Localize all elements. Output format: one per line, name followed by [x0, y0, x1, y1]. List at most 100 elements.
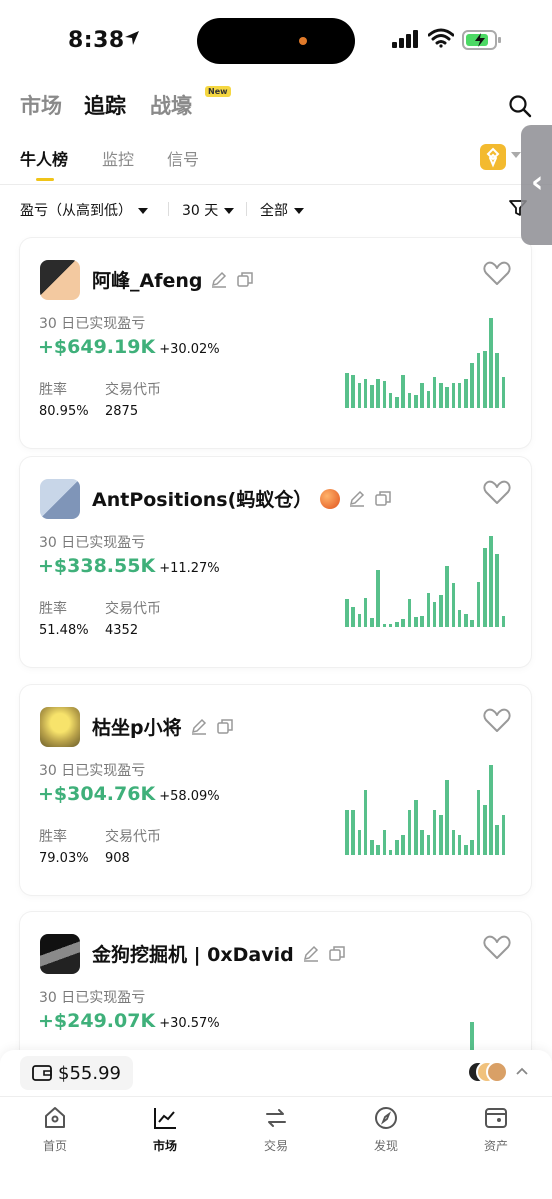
- app-screen: 8:38 市场 追踪 战壕 New 牛人榜 监控 信号 盈亏（从高到低） 30 …: [0, 0, 552, 1199]
- new-badge: New: [205, 86, 231, 97]
- trader-name: 枯坐p小将: [92, 717, 182, 739]
- filter-separator: [246, 202, 247, 216]
- win-rate-value: 79.03%: [39, 851, 89, 866]
- pnl-bar: [363, 379, 368, 408]
- copy-icon[interactable]: [216, 718, 234, 736]
- avatar[interactable]: [40, 260, 80, 300]
- avatar[interactable]: [40, 479, 80, 519]
- side-drawer-handle[interactable]: ‹: [521, 125, 552, 245]
- pnl-bar: [370, 618, 374, 627]
- favorite-heart-icon[interactable]: [483, 260, 511, 286]
- nav-market[interactable]: 市场: [125, 1105, 205, 1154]
- status-bar: 8:38: [0, 0, 552, 80]
- pnl-row: +$338.55K +11.27%: [38, 555, 220, 577]
- pnl-bar: [457, 835, 462, 855]
- pnl-value: +$649.19K: [38, 336, 156, 358]
- pnl-row: +$249.07K +30.57%: [38, 1010, 220, 1032]
- sort-filter[interactable]: 盈亏（从高到低）: [20, 200, 148, 220]
- caret-down-icon: [294, 208, 304, 214]
- nav-assets[interactable]: 资产: [456, 1105, 536, 1154]
- trader-card[interactable]: 阿峰_Afeng 30 日已实现盈亏 +$649.19K +30.02% 胜率 交易代币 8…: [20, 238, 531, 448]
- nav-home[interactable]: 首页: [15, 1105, 95, 1154]
- pnl-bar: [489, 536, 493, 627]
- pnl-bar: [501, 377, 506, 408]
- scope-filter[interactable]: 全部: [260, 200, 304, 220]
- pnl-bar: [489, 765, 493, 855]
- win-rate-label: 胜率: [39, 382, 67, 398]
- avatar[interactable]: [40, 934, 80, 974]
- pnl-bar: [351, 810, 355, 855]
- pnl-label: 30 日已实现盈亏: [39, 535, 146, 551]
- pnl-bar: [489, 318, 493, 408]
- trade-swap-icon: [266, 1109, 286, 1127]
- chevron-left-icon: ‹: [531, 165, 544, 200]
- pnl-bar: [395, 397, 399, 408]
- wallet-balance-button[interactable]: $55.99: [20, 1056, 133, 1090]
- discover-compass-icon: [375, 1107, 397, 1129]
- edit-pencil-icon[interactable]: [210, 271, 228, 289]
- copy-icon[interactable]: [236, 271, 254, 289]
- pnl-bar: [357, 614, 362, 627]
- pnl-bar: [357, 830, 362, 855]
- edit-pencil-icon[interactable]: [348, 490, 366, 508]
- pnl-bar: [501, 815, 506, 855]
- pnl-bar: [401, 619, 406, 627]
- period-filter[interactable]: 30 天: [182, 200, 235, 220]
- search-icon[interactable]: [508, 94, 532, 118]
- pnl-bar: [401, 375, 406, 408]
- edit-pencil-icon[interactable]: [302, 945, 320, 963]
- pnl-bar: [420, 830, 424, 855]
- tab-market[interactable]: 市场: [20, 90, 62, 120]
- pnl-bar: [363, 790, 368, 855]
- pnl-bar: [482, 351, 487, 408]
- bnb-chain-icon[interactable]: [480, 144, 506, 170]
- tab-tracking[interactable]: 追踪: [84, 90, 126, 120]
- win-rate-label: 胜率: [39, 829, 67, 845]
- pnl-bar: [439, 595, 443, 627]
- nav-trade[interactable]: 交易: [236, 1105, 316, 1154]
- favorite-heart-icon[interactable]: [483, 707, 511, 733]
- assets-wallet-icon: [485, 1108, 507, 1128]
- pnl-bar: [470, 363, 474, 408]
- trader-card[interactable]: AntPositions(蚂蚁仓） 30 日已实现盈亏 +$338.55K +11.2…: [20, 457, 531, 667]
- pnl-bar: [407, 810, 412, 855]
- tokens-value: 2875: [105, 404, 139, 419]
- wifi-icon: [428, 28, 454, 48]
- copy-icon[interactable]: [374, 490, 392, 508]
- subtab-monitor[interactable]: 监控: [102, 146, 134, 170]
- chevron-up-icon[interactable]: [516, 1066, 528, 1076]
- favorite-heart-icon[interactable]: [483, 479, 511, 505]
- pnl-bar: [370, 385, 374, 408]
- pnl-row: +$649.19K +30.02%: [38, 336, 220, 358]
- nav-discover[interactable]: 发现: [346, 1105, 426, 1154]
- pnl-bar: [376, 845, 380, 855]
- badge-icon: [320, 488, 341, 509]
- cellular-signal-icon: [392, 30, 418, 48]
- pnl-bar: [470, 620, 474, 627]
- pnl-bar: [457, 610, 462, 627]
- tokens-label: 交易代币: [105, 829, 161, 845]
- trader-card[interactable]: 枯坐p小将 30 日已实现盈亏 +$304.76K +58.09% 胜率 交易代币 79.0…: [20, 685, 531, 895]
- tokens-label: 交易代币: [105, 601, 161, 617]
- subtab-signals[interactable]: 信号: [167, 146, 199, 170]
- edit-pencil-icon[interactable]: [190, 718, 208, 736]
- win-rate-value: 80.95%: [39, 404, 89, 419]
- favorite-heart-icon[interactable]: [483, 934, 511, 960]
- pnl-value: +$249.07K: [38, 1010, 156, 1032]
- pnl-percent: +30.02%: [159, 342, 220, 357]
- avatar[interactable]: [40, 707, 80, 747]
- pnl-bar: [451, 830, 456, 855]
- pnl-bar: [476, 353, 481, 408]
- pnl-bar: [426, 593, 431, 627]
- divider: [0, 184, 552, 185]
- pnl-bar: [439, 815, 443, 855]
- copy-icon[interactable]: [328, 945, 346, 963]
- home-icon: [45, 1107, 65, 1128]
- subtab-top-traders[interactable]: 牛人榜: [20, 146, 68, 170]
- chain-dropdown-caret-icon[interactable]: [511, 152, 521, 158]
- pnl-percent: +30.57%: [159, 1016, 220, 1031]
- trader-name: 阿峰_Afeng: [92, 270, 203, 292]
- tab-battle[interactable]: 战壕: [150, 90, 192, 120]
- wallet-avatars[interactable]: [467, 1061, 509, 1085]
- pnl-bar: [476, 790, 481, 855]
